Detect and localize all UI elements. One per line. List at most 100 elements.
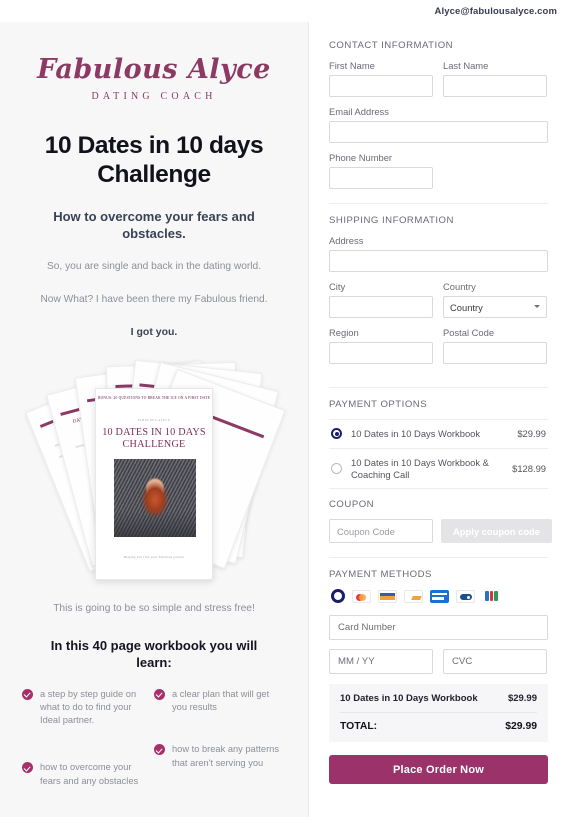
region-input[interactable] xyxy=(329,342,433,364)
brand-tagline: DATING COACH xyxy=(91,91,217,103)
check-circle-icon xyxy=(154,744,165,756)
radio-selected-icon[interactable] xyxy=(331,428,342,440)
summary-total-row: TOTAL: $29.99 xyxy=(340,721,537,732)
payment-option-label: 10 Dates in 10 Days Workbook & Coaching … xyxy=(351,456,489,480)
checkout-form-card: CONTACT INFORMATION First Name Last Name… xyxy=(308,22,568,817)
page-columns: Fabulous Alyce DATING COACH 10 Dates in … xyxy=(0,22,568,817)
payment-option-price: $128.99 xyxy=(512,463,546,474)
intro-emphasis: I got you. xyxy=(130,326,178,339)
mockup-cover-footer: Helping you find your Fabulous partner xyxy=(123,554,185,559)
mastercard-icon[interactable] xyxy=(352,589,371,603)
order-summary: 10 Dates in 10 Days Workbook $29.99 TOTA… xyxy=(329,684,548,743)
city-field-group: City xyxy=(329,281,433,318)
first-name-field-group: First Name xyxy=(329,60,433,97)
phone-input[interactable] xyxy=(329,167,433,189)
divider xyxy=(329,387,548,388)
summary-item-label: 10 Dates in 10 Days Workbook xyxy=(340,693,478,705)
last-name-label: Last Name xyxy=(443,60,489,71)
summary-total-label: TOTAL: xyxy=(340,721,378,733)
payment-option-row[interactable]: 10 Dates in 10 Days Workbook & Coaching … xyxy=(329,449,548,489)
coupon-row: Apply coupon code xyxy=(329,519,552,544)
shipping-section-title: SHIPPING INFORMATION xyxy=(329,215,454,226)
check-circle-icon xyxy=(154,688,165,700)
country-select-wrap: Country xyxy=(443,296,547,318)
region-postal-row: Region Postal Code xyxy=(329,327,548,373)
place-order-button[interactable]: Place Order Now xyxy=(329,755,548,785)
divider xyxy=(329,203,548,204)
card-expiry-input[interactable] xyxy=(329,649,433,675)
radio-unselected-icon[interactable] xyxy=(331,463,342,474)
mockup-cover-kicker: FABULOUS ALYCE xyxy=(137,418,171,422)
intro-paragraph-2: Now What? I have been there my Fabulous … xyxy=(40,293,268,305)
list-item-label: how to overcome your fears and any obsta… xyxy=(40,762,139,786)
visa-icon[interactable] xyxy=(378,589,397,603)
marketing-column: Fabulous Alyce DATING COACH 10 Dates in … xyxy=(0,22,308,817)
divider xyxy=(340,712,537,714)
email-field-group: Email Address xyxy=(329,106,548,143)
checkout-page: Alyce@fabulousalyce.com Fabulous Alyce D… xyxy=(0,0,568,817)
list-item: a step by step guide on what to do to fi… xyxy=(22,688,154,744)
region-label: Region xyxy=(329,327,359,338)
check-circle-icon xyxy=(22,688,33,700)
divider xyxy=(329,557,548,559)
region-field-group: Region xyxy=(329,327,433,364)
list-item: a clear plan that will get you results xyxy=(154,688,286,744)
generic-card-icon[interactable] xyxy=(331,589,345,604)
product-mockup-image: DAY DETERMINING IDEAL PART DATE NUMBER D… xyxy=(25,359,286,584)
list-item: how to break any patterns that aren't se… xyxy=(154,743,286,803)
city-label: City xyxy=(329,281,346,292)
address-label: Address xyxy=(329,235,364,246)
first-name-label: First Name xyxy=(329,60,375,71)
list-item-label: a step by step guide on what to do to fi… xyxy=(40,688,137,726)
apply-coupon-button[interactable]: Apply coupon code xyxy=(441,519,552,544)
coupon-code-input[interactable] xyxy=(329,519,433,544)
payment-methods-section-title: PAYMENT METHODS xyxy=(329,569,432,581)
country-field-group: Country Country xyxy=(443,281,547,318)
phone-label: Phone Number xyxy=(329,152,393,163)
payment-option-label: 10 Dates in 10 Days Workbook xyxy=(351,428,481,439)
payment-option-row[interactable]: 10 Dates in 10 Days Workbook $29.99 xyxy=(329,420,548,448)
intro-paragraph-1: So, you are single and back in the datin… xyxy=(46,261,262,273)
country-label: Country xyxy=(443,281,476,292)
last-name-field-group: Last Name xyxy=(443,60,547,97)
top-bar: Alyce@fabulousalyce.com xyxy=(0,0,568,22)
brand-logo: Fabulous Alyce xyxy=(37,54,271,85)
mockup-cover: BONUS: 20 QUESTIONS TO BREAK THE ICE ON … xyxy=(95,387,213,580)
jcb-icon[interactable] xyxy=(482,589,501,603)
list-item: how to overcome your fears and any obsta… xyxy=(22,743,154,803)
payment-options-section-title: PAYMENT OPTIONS xyxy=(329,399,428,410)
email-input[interactable] xyxy=(329,121,548,143)
summary-item-row: 10 Dates in 10 Days Workbook $29.99 xyxy=(340,693,537,704)
postal-code-input[interactable] xyxy=(443,342,547,364)
city-input[interactable] xyxy=(329,296,433,318)
email-label: Email Address xyxy=(329,106,389,117)
amex-icon[interactable] xyxy=(430,589,449,603)
list-item-label: how to break any patterns that aren't se… xyxy=(172,744,279,768)
card-expiry-cvc-row xyxy=(329,649,548,675)
address-field-group: Address xyxy=(329,235,548,272)
contact-email[interactable]: Alyce@fabulousalyce.com xyxy=(435,6,557,17)
card-cvc-input[interactable] xyxy=(443,649,547,675)
payment-option-price: $29.99 xyxy=(517,428,546,440)
coupon-section-title: COUPON xyxy=(329,499,375,511)
contact-section-title: CONTACT INFORMATION xyxy=(329,40,454,51)
card-number-input[interactable] xyxy=(329,615,548,641)
discover-icon[interactable] xyxy=(404,589,423,603)
learn-list: a step by step guide on what to do to fi… xyxy=(22,688,286,804)
summary-item-price: $29.99 xyxy=(507,693,537,705)
name-field-row: First Name Last Name xyxy=(329,60,548,106)
check-circle-icon xyxy=(22,762,33,774)
divider xyxy=(329,488,548,490)
country-select[interactable]: Country xyxy=(443,296,547,318)
address-input[interactable] xyxy=(329,250,548,272)
mockup-cover-photo xyxy=(114,458,196,537)
city-country-row: City Country Country xyxy=(329,281,548,327)
summary-total-price: $29.99 xyxy=(505,721,537,733)
diners-club-icon[interactable] xyxy=(456,589,475,603)
last-name-input[interactable] xyxy=(443,75,547,97)
postal-code-field-group: Postal Code xyxy=(443,327,547,364)
mockup-cover-title: 10 DATES IN 10 DAYS CHALLENGE xyxy=(102,426,206,450)
mockup-cover-bonus: BONUS: 20 QUESTIONS TO BREAK THE ICE ON … xyxy=(98,395,210,400)
first-name-input[interactable] xyxy=(329,75,433,97)
page-title: 10 Dates in 10 days Challenge xyxy=(44,132,264,189)
